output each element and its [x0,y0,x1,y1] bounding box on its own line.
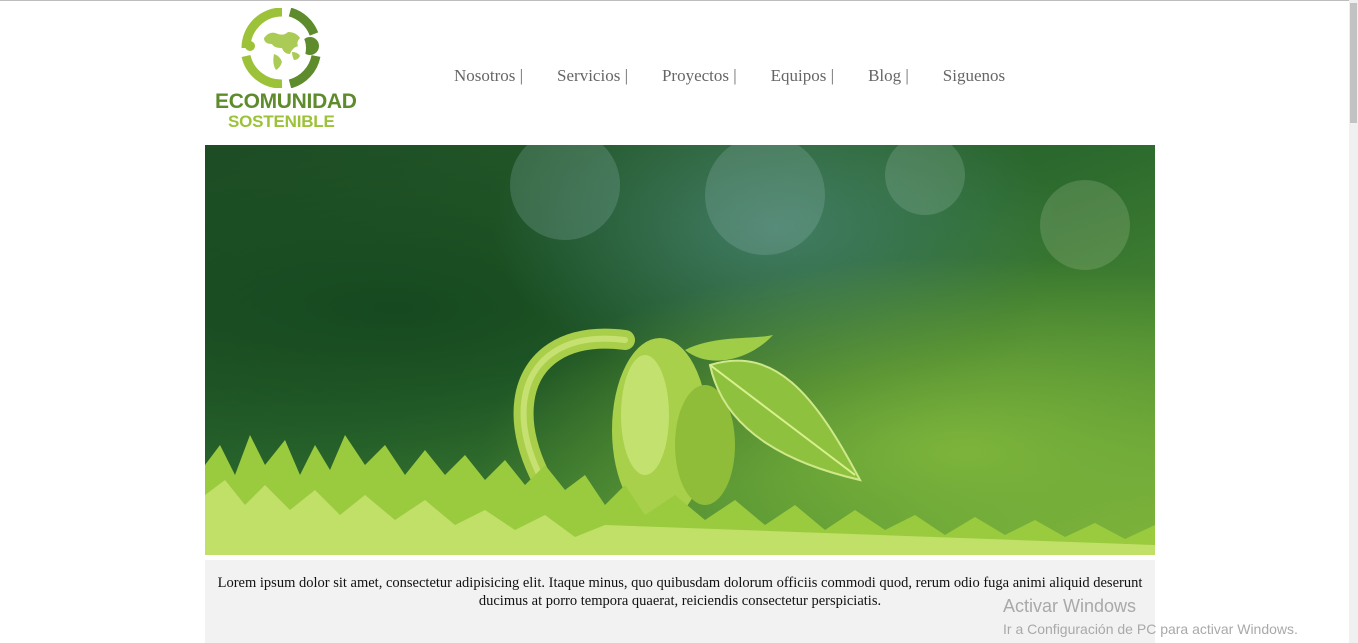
windows-activation-watermark: Activar Windows Ir a Configuración de PC… [1003,596,1298,637]
logo-text-ecomunidad: ECOMUNIDAD [215,90,357,113]
nav-item-servicios[interactable]: Servicios | [557,66,628,88]
logo-text-sostenible: SOSTENIBLE [228,112,335,131]
nav-item-siguenos[interactable]: Siguenos [943,66,1005,88]
nav-item-proyectos[interactable]: Proyectos | [662,66,737,88]
hero-image [205,145,1155,555]
main-navigation: Nosotros | Servicios | Proyectos | Equip… [454,66,1005,88]
watermark-subtitle: Ir a Configuración de PC para activar Wi… [1003,621,1298,637]
seedling-illustration [205,145,1155,555]
nav-item-equipos[interactable]: Equipos | [771,66,834,88]
nav-item-blog[interactable]: Blog | [868,66,909,88]
scrollbar-thumb[interactable] [1350,3,1357,123]
watermark-title: Activar Windows [1003,596,1137,616]
globe-logo-icon [241,8,321,88]
site-logo[interactable]: ECOMUNIDAD SOSTENIBLE [210,8,357,132]
window-top-border [0,0,1358,1]
vertical-scrollbar[interactable] [1349,0,1358,643]
nav-item-nosotros[interactable]: Nosotros | [454,66,523,88]
